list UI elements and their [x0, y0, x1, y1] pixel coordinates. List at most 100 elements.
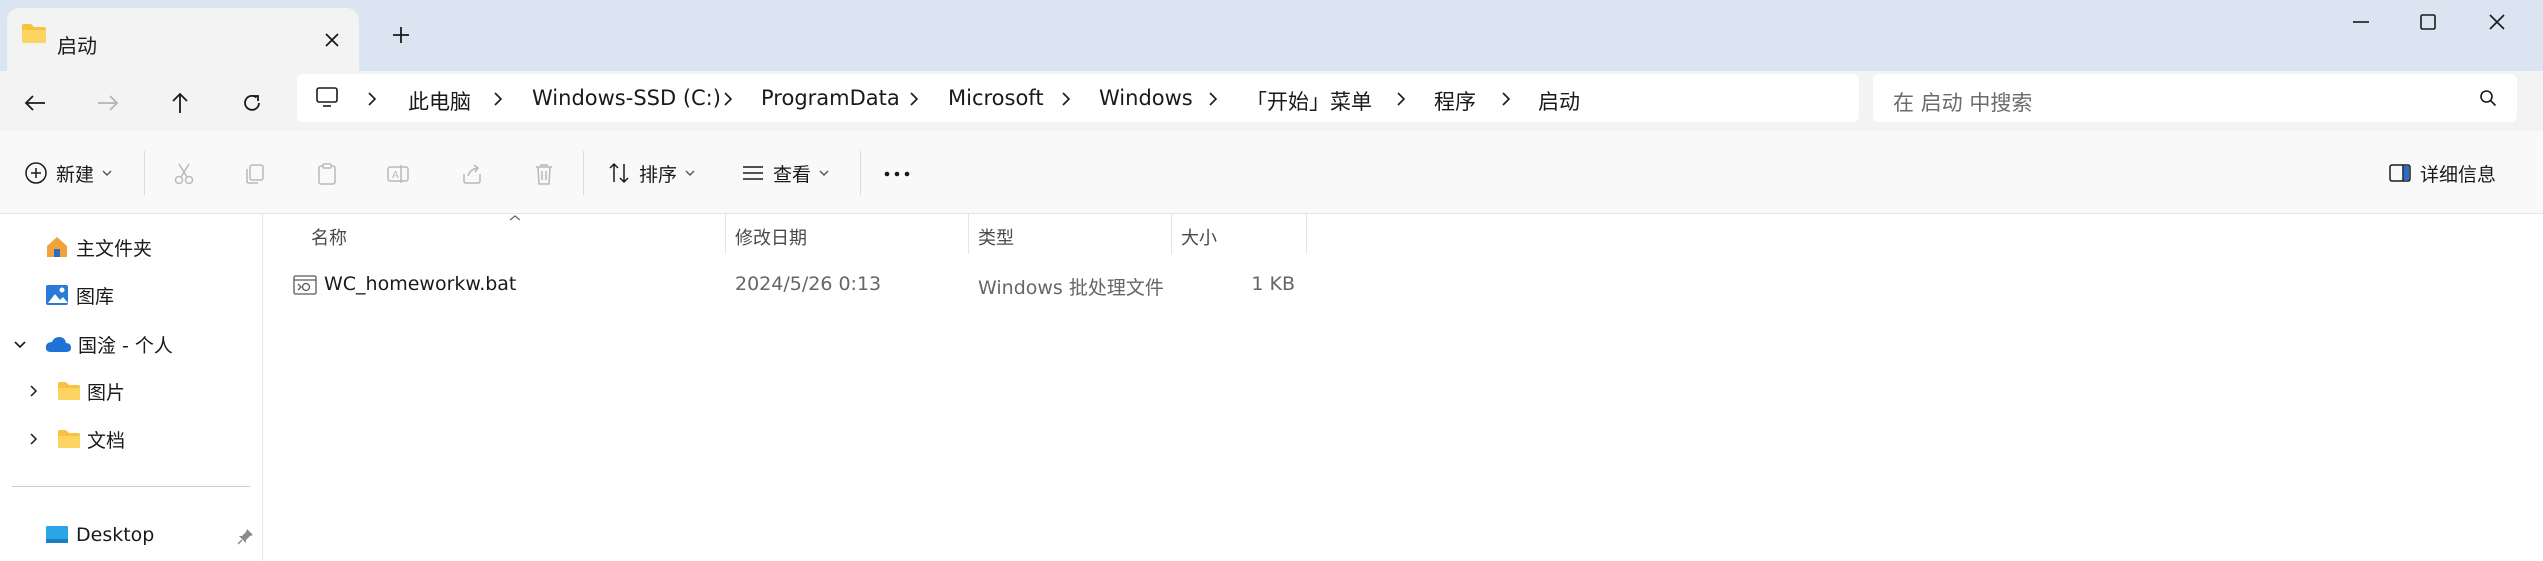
add-circle-icon [24, 161, 48, 185]
up-arrow-icon[interactable] [162, 85, 198, 121]
sidebar-item-label: 国淦 - 个人 [78, 334, 173, 357]
view-list-icon [741, 163, 765, 183]
desktop-icon [44, 524, 70, 546]
divider [144, 151, 145, 195]
sidebar-item-label: 图库 [76, 285, 115, 308]
cut-icon[interactable] [169, 159, 199, 189]
divider [860, 151, 861, 195]
breadcrumb-item[interactable]: ProgramData [761, 86, 900, 110]
chevron-right-icon [723, 92, 733, 106]
pin-icon[interactable] [237, 527, 255, 545]
content-area: 主文件夹 图库 国淦 - 个人 图片 文档 Desktop 名称 修改日期 类型… [0, 214, 2543, 561]
column-header-size[interactable]: 大小 [1181, 224, 1217, 250]
gallery-icon [44, 283, 70, 307]
batch-file-icon [293, 274, 317, 296]
more-icon[interactable] [882, 159, 912, 189]
column-divider[interactable] [968, 214, 969, 254]
home-icon [44, 235, 70, 259]
search-placeholder: 在 启动 中搜索 [1893, 91, 2033, 115]
chevron-right-icon [909, 92, 919, 106]
column-header-type[interactable]: 类型 [978, 224, 1014, 250]
column-header-modified[interactable]: 修改日期 [735, 224, 807, 250]
address-bar[interactable]: 此电脑 Windows-SSD (C:) ProgramData Microso… [297, 74, 1859, 122]
navigation-pane: 主文件夹 图库 国淦 - 个人 图片 文档 Desktop [0, 214, 263, 561]
breadcrumb-item[interactable]: 此电脑 [408, 86, 471, 116]
chevron-right-icon [1208, 92, 1218, 106]
file-name: WC_homeworkw.bat [324, 273, 517, 295]
chevron-right-icon[interactable] [29, 384, 39, 398]
minimize-icon[interactable] [2329, 0, 2393, 44]
file-list: 名称 修改日期 类型 大小 WC_homeworkw.bat 2024/5/26… [263, 214, 2543, 561]
column-divider[interactable] [725, 214, 726, 254]
onedrive-icon [44, 334, 72, 354]
new-label: 新建 [56, 163, 95, 186]
chevron-right-icon [1396, 92, 1406, 106]
command-bar: 新建 A 排序 查看 详细信息 [0, 131, 2543, 214]
details-pane-icon [2388, 163, 2412, 183]
chevron-down-icon [685, 169, 695, 177]
sort-label: 排序 [639, 163, 678, 186]
sidebar-item-label: 主文件夹 [76, 237, 153, 260]
divider [12, 486, 250, 487]
forward-arrow-icon[interactable] [90, 85, 126, 121]
sidebar-item-label: Desktop [76, 524, 155, 546]
folder-icon [57, 429, 81, 449]
breadcrumb-item[interactable]: Windows [1099, 86, 1193, 110]
details-pane-button[interactable]: 详细信息 [2388, 157, 2496, 189]
title-bar: 启动 [0, 0, 2543, 71]
column-header-name[interactable]: 名称 [311, 224, 347, 250]
rename-icon[interactable]: A [384, 159, 414, 189]
new-button[interactable]: 新建 [24, 157, 112, 189]
table-row[interactable]: WC_homeworkw.bat 2024/5/26 0:13 Windows … [263, 262, 1323, 306]
chevron-down-icon [102, 169, 112, 177]
tab-active[interactable]: 启动 [7, 8, 359, 71]
sort-icon [607, 162, 631, 184]
details-label: 详细信息 [2420, 163, 2497, 186]
sidebar-item-documents[interactable]: 文档 [57, 424, 125, 454]
back-arrow-icon[interactable] [17, 85, 53, 121]
folder-icon [21, 22, 47, 44]
sidebar-item-pictures[interactable]: 图片 [57, 376, 125, 406]
computer-icon[interactable] [315, 86, 339, 108]
share-icon[interactable] [457, 159, 487, 189]
breadcrumb-item[interactable]: Microsoft [948, 86, 1044, 110]
chevron-down-icon[interactable] [13, 340, 27, 350]
folder-icon [57, 381, 81, 401]
new-tab-button[interactable] [390, 24, 412, 46]
column-divider[interactable] [1306, 214, 1307, 254]
copy-icon[interactable] [240, 159, 270, 189]
sort-button[interactable]: 排序 [607, 157, 695, 189]
file-modified: 2024/5/26 0:13 [735, 273, 882, 295]
chevron-right-icon [367, 92, 377, 106]
paste-icon[interactable] [312, 159, 342, 189]
search-input[interactable]: 在 启动 中搜索 [1873, 74, 2517, 122]
maximize-icon[interactable] [2396, 0, 2460, 44]
chevron-right-icon[interactable] [29, 432, 39, 446]
breadcrumb-item[interactable]: 启动 [1538, 86, 1580, 116]
view-button[interactable]: 查看 [741, 157, 829, 189]
breadcrumb-item[interactable]: 程序 [1434, 86, 1476, 116]
sidebar-item-onedrive[interactable]: 国淦 - 个人 [44, 329, 173, 359]
chevron-right-icon [1061, 92, 1071, 106]
breadcrumb-item[interactable]: 「开始」菜单 [1246, 86, 1372, 116]
sidebar-item-label: 图片 [87, 381, 126, 404]
chevron-right-icon [1501, 92, 1511, 106]
delete-icon[interactable] [529, 159, 559, 189]
divider [583, 151, 584, 195]
breadcrumb-item[interactable]: Windows-SSD (C:) [532, 86, 721, 110]
file-size: 1 KB [1251, 273, 1295, 295]
column-divider[interactable] [1171, 214, 1172, 254]
window-close-icon[interactable] [2465, 0, 2529, 44]
close-icon[interactable] [323, 31, 341, 49]
file-type: Windows 批处理文件 [978, 277, 1164, 299]
sidebar-item-home[interactable]: 主文件夹 [44, 232, 152, 262]
sidebar-item-desktop[interactable]: Desktop [44, 520, 154, 550]
chevron-right-icon [493, 92, 503, 106]
chevron-down-icon [819, 169, 829, 177]
view-label: 查看 [773, 163, 812, 186]
tab-title: 启动 [57, 34, 97, 58]
sidebar-item-gallery[interactable]: 图库 [44, 280, 114, 310]
sort-ascending-icon [508, 214, 522, 222]
search-icon[interactable] [2479, 89, 2497, 107]
refresh-icon[interactable] [234, 85, 270, 121]
